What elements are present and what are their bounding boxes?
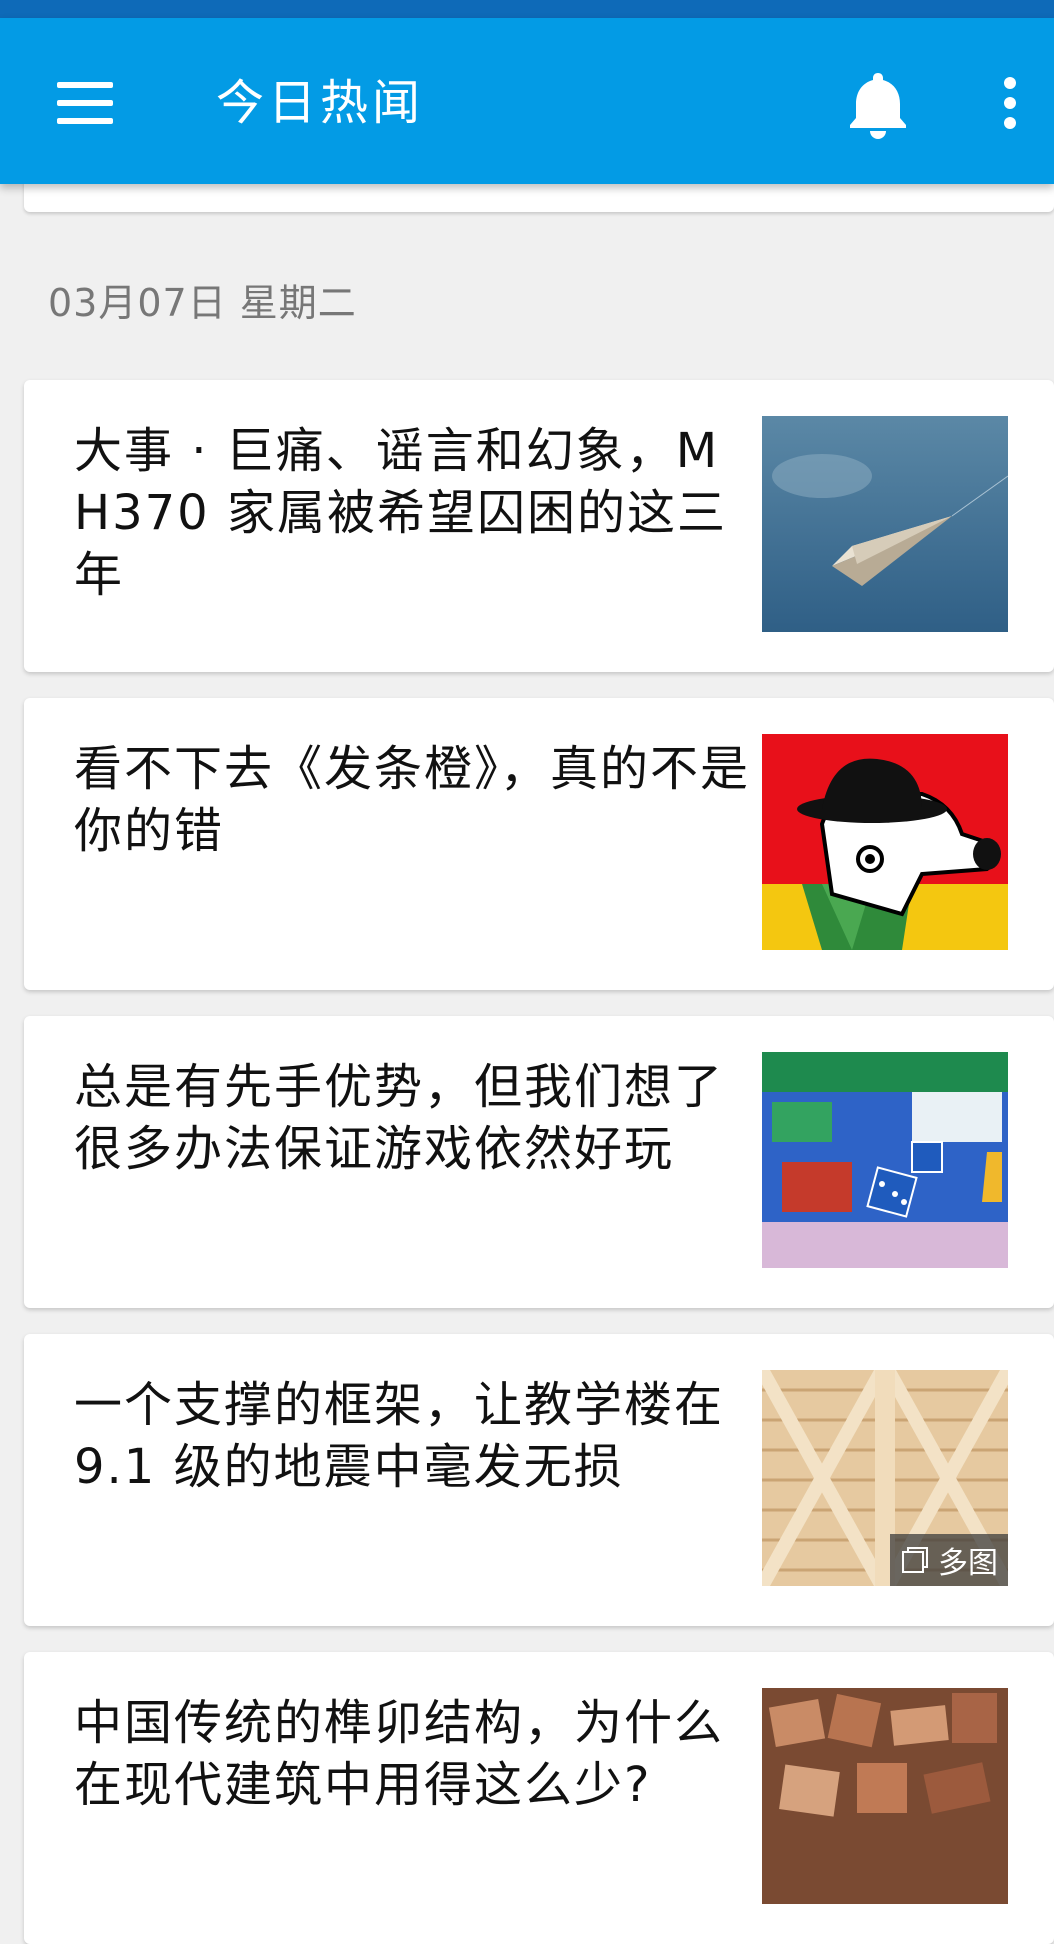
story-card[interactable]: 大事 · 巨痛、谣言和幻象，MH370 家属被希望囚困的这三年 [24, 380, 1054, 672]
story-card[interactable]: 中国传统的榫卯结构，为什么在现代建筑中用得这么少? [24, 1652, 1054, 1944]
story-title: 中国传统的榫卯结构，为什么在现代建筑中用得这么少? [74, 1695, 725, 1813]
status-bar [0, 0, 1054, 18]
story-thumbnail [762, 416, 1008, 632]
story-thumbnail: 多图 [762, 1370, 1008, 1586]
gallery-icon [902, 1547, 928, 1573]
clockwork-orange-illustration [762, 734, 1008, 950]
story-title: 总是有先手优势，但我们想了很多办法保证游戏依然好玩 [74, 1059, 725, 1177]
paper-plane-image [762, 416, 1008, 632]
story-title: 一个支撑的框架，让教学楼在 9.1 级的地震中毫发无损 [74, 1377, 725, 1495]
story-thumbnail [762, 1688, 1008, 1904]
more-options-button[interactable] [985, 63, 1035, 143]
story-title: 大事 · 巨痛、谣言和幻象，MH370 家属被希望囚困的这三年 [74, 423, 727, 603]
more-vertical-icon [1004, 77, 1016, 129]
multi-image-badge: 多图 [890, 1534, 1008, 1586]
hamburger-menu-icon [57, 82, 113, 124]
bell-icon [850, 73, 906, 139]
board-game-image [762, 1052, 1008, 1268]
notifications-button[interactable] [838, 63, 918, 143]
page-title: 今日热闻 [216, 75, 425, 131]
date-header: 03月07日 星期二 [48, 281, 357, 325]
menu-button[interactable] [40, 58, 130, 148]
multi-image-label: 多图 [938, 1546, 998, 1581]
story-card[interactable]: 看不下去《发条橙》，真的不是你的错 [24, 698, 1054, 990]
wooden-blocks-image [762, 1688, 1008, 1904]
story-thumbnail [762, 1052, 1008, 1268]
story-title: 看不下去《发条橙》，真的不是你的错 [74, 741, 751, 859]
story-card[interactable]: 总是有先手优势，但我们想了很多办法保证游戏依然好玩 [24, 1016, 1054, 1308]
story-card[interactable]: 一个支撑的框架，让教学楼在 9.1 级的地震中毫发无损 多图 [24, 1334, 1054, 1626]
app-bar: 今日热闻 [0, 18, 1054, 184]
story-thumbnail [762, 734, 1008, 950]
